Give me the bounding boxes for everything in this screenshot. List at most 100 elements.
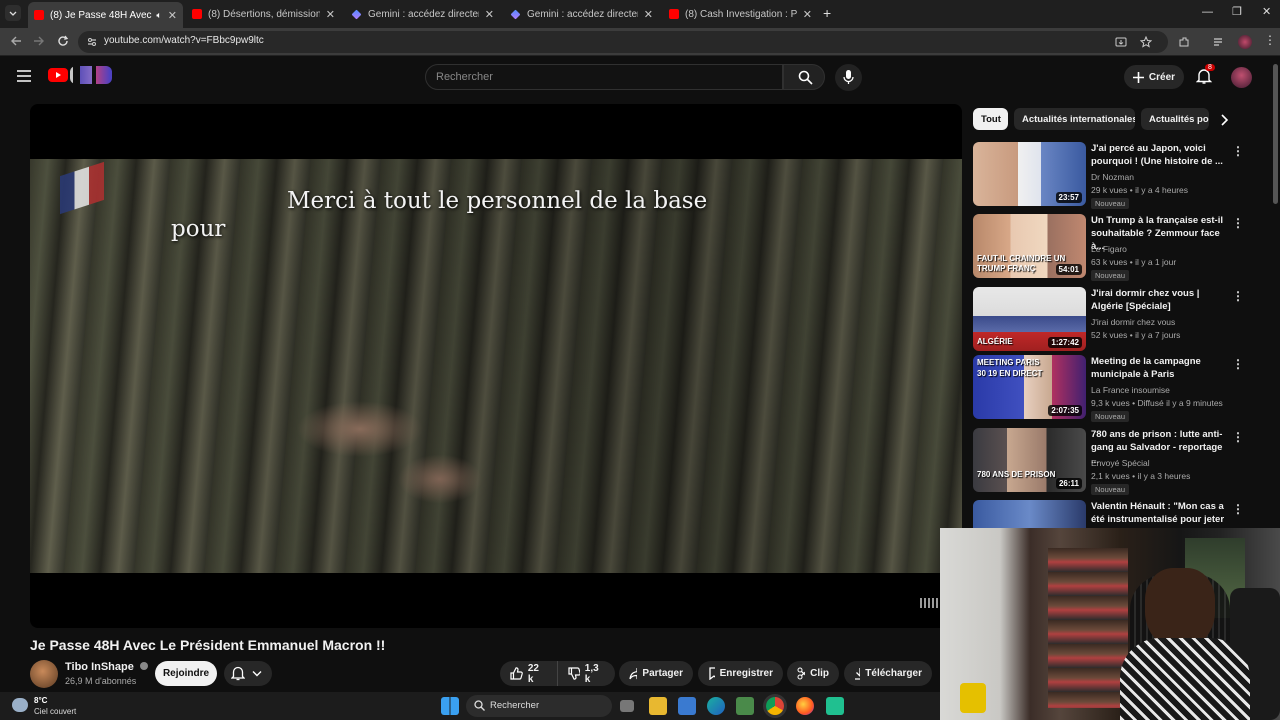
video-duration: 1:27:42: [1048, 337, 1082, 348]
app-icon[interactable]: [736, 697, 754, 715]
more-options-icon[interactable]: ⋮: [1232, 430, 1244, 444]
video-thumbnail[interactable]: MEETING PARIS 30 19 EN DIRECT 2:07:35: [973, 355, 1086, 419]
more-options-icon[interactable]: ⋮: [1232, 216, 1244, 230]
taskbar-search[interactable]: Rechercher: [466, 695, 612, 717]
recommendation-channel[interactable]: Dr Nozman: [1091, 172, 1134, 182]
file-explorer-icon[interactable]: [649, 697, 667, 715]
channel-name[interactable]: Tibo InShape: [65, 661, 148, 673]
like-button[interactable]: 22 k: [500, 661, 557, 686]
clip-button[interactable]: Clip: [787, 661, 839, 686]
more-options-icon[interactable]: ⋮: [1232, 357, 1244, 371]
page-scrollbar[interactable]: [1273, 64, 1278, 204]
chevron-down-icon: [252, 671, 262, 677]
close-icon[interactable]: ✕: [485, 8, 494, 21]
windows-start-icon[interactable]: [441, 697, 459, 715]
more-options-icon[interactable]: ⋮: [1232, 144, 1244, 158]
video-thumbnail[interactable]: 23:57: [973, 142, 1086, 206]
close-icon[interactable]: ✕: [326, 8, 335, 21]
new-badge: Nouveau: [1091, 411, 1130, 422]
recommendation-channel[interactable]: La France insoumise: [1091, 385, 1170, 395]
channel-avatar[interactable]: [30, 660, 58, 688]
tab-active-video[interactable]: (8) Je Passe 48H Avec Le Pr 🔈︎ ✕: [28, 2, 183, 28]
video-thumbnail[interactable]: [973, 500, 1086, 528]
recommendation-meta: 52 k vues • il y a 7 jours: [1091, 330, 1181, 340]
recommendation-title[interactable]: Valentin Hénault : "Mon cas a été instru…: [1091, 500, 1231, 528]
share-button[interactable]: Partager: [619, 661, 693, 686]
extensions-icon[interactable]: [1178, 36, 1190, 48]
profile-avatar[interactable]: [1238, 35, 1252, 49]
recommendation-title[interactable]: Meeting de la campagne municipale à Pari…: [1091, 355, 1231, 381]
chrome-icon[interactable]: [766, 697, 784, 715]
dislike-count: 1,3 k: [584, 662, 599, 685]
recommendation-item[interactable]: FAUT-IL CRAINDRE UN TRUMP FRANÇ 54:01 Un…: [973, 214, 1263, 281]
firefox-icon[interactable]: [796, 697, 814, 715]
install-app-icon[interactable]: [1115, 36, 1127, 48]
back-button[interactable]: [9, 34, 23, 48]
recommendation-channel[interactable]: Le Figaro: [1091, 244, 1127, 254]
site-info-icon[interactable]: [86, 36, 98, 48]
tab-gemini-1[interactable]: Gemini : accédez directement à ✕: [345, 4, 500, 24]
save-button[interactable]: Enregistrer: [698, 661, 783, 686]
more-options-icon[interactable]: ⋮: [1232, 502, 1244, 516]
tab-list-dropdown-button[interactable]: [5, 5, 21, 21]
address-bar[interactable]: youtube.com/watch?v=FBbc9pw9ltc: [78, 31, 1168, 53]
recommendation-item[interactable]: 780 ANS DE PRISON 26:11 780 ans de priso…: [973, 428, 1263, 495]
video-thumbnail[interactable]: ALGÉRIE 1:27:42: [973, 287, 1086, 351]
video-frame-soldiers: [30, 159, 962, 573]
recommendation-item[interactable]: ALGÉRIE 1:27:42 J'irai dormir chez vous …: [973, 287, 1263, 353]
browser-menu-button[interactable]: ⋮: [1264, 33, 1276, 47]
task-view-icon[interactable]: [620, 700, 634, 712]
weather-temperature[interactable]: 8°C: [34, 696, 47, 705]
dislike-button[interactable]: 1,3 k: [557, 661, 615, 686]
join-button[interactable]: Rejoindre: [155, 661, 217, 686]
video-thumbnail[interactable]: FAUT-IL CRAINDRE UN TRUMP FRANÇ 54:01: [973, 214, 1086, 278]
recommendation-title[interactable]: J'irai dormir chez vous | Algérie [Spéci…: [1091, 287, 1231, 313]
bookmark-star-icon[interactable]: [1140, 36, 1152, 48]
chip-all[interactable]: Tout: [973, 108, 1008, 130]
account-avatar[interactable]: [1231, 67, 1252, 88]
tab-gemini-2[interactable]: Gemini : accédez directement à ✕: [504, 4, 659, 24]
media-control-icon[interactable]: [1213, 36, 1225, 48]
edge-icon[interactable]: [707, 697, 725, 715]
close-icon[interactable]: ✕: [803, 8, 812, 21]
restore-window-button[interactable]: ❐: [1232, 5, 1242, 18]
subscription-bell-button[interactable]: [224, 661, 272, 686]
reload-button[interactable]: [56, 34, 70, 48]
recommendation-item[interactable]: 23:57 J'ai percé au Japon, voici pourquo…: [973, 142, 1263, 209]
close-icon[interactable]: ✕: [168, 9, 177, 22]
recommendation-item[interactable]: MEETING PARIS 30 19 EN DIRECT 2:07:35 Me…: [973, 355, 1263, 422]
game-app-icon[interactable]: [826, 697, 844, 715]
webcam-overlay: [940, 528, 1280, 720]
forward-button[interactable]: [32, 34, 46, 48]
chevron-right-icon[interactable]: [1220, 114, 1230, 126]
close-window-button[interactable]: ✕: [1262, 5, 1271, 18]
youtube-logo[interactable]: [48, 68, 68, 82]
search-input[interactable]: Rechercher: [425, 64, 783, 90]
recommendation-title[interactable]: J'ai percé au Japon, voici pourquoi ! (U…: [1091, 142, 1231, 168]
store-icon[interactable]: [678, 697, 696, 715]
new-tab-button[interactable]: +: [823, 5, 831, 21]
tab-cash-investigation[interactable]: (8) Cash Investigation : Périscol ✕: [663, 4, 818, 24]
minimize-window-button[interactable]: —: [1202, 6, 1213, 18]
weather-description[interactable]: Ciel couvert: [34, 707, 76, 716]
notification-badge: 8: [1205, 64, 1215, 71]
recommendation-item[interactable]: Valentin Hénault : "Mon cas a été instru…: [973, 500, 1263, 528]
close-icon[interactable]: ✕: [644, 8, 653, 21]
arrow-left-icon: [11, 36, 21, 46]
voice-search-button[interactable]: [835, 64, 862, 91]
more-options-icon[interactable]: ⋮: [1232, 289, 1244, 303]
download-button[interactable]: Télécharger: [844, 661, 932, 686]
chip-international-news[interactable]: Actualités internationales: [1014, 108, 1135, 130]
recommendation-channel[interactable]: Envoyé Spécial: [1091, 458, 1150, 468]
arrow-right-icon: [34, 36, 44, 46]
recommendation-channel[interactable]: J'irai dormir chez vous: [1091, 317, 1175, 327]
menu-icon[interactable]: [17, 70, 31, 82]
weather-icon[interactable]: [12, 698, 28, 712]
video-thumbnail[interactable]: 780 ANS DE PRISON 26:11: [973, 428, 1086, 492]
search-button[interactable]: [783, 64, 825, 90]
notifications-button[interactable]: 8: [1196, 64, 1215, 85]
chip-political-news[interactable]: Actualités po: [1141, 108, 1209, 130]
create-button[interactable]: Créer: [1124, 65, 1184, 89]
tab-desertions[interactable]: (8) Désertions, démissions, suic ✕: [186, 4, 341, 24]
video-player[interactable]: Merci à tout le personnel de la base pou…: [30, 104, 962, 628]
